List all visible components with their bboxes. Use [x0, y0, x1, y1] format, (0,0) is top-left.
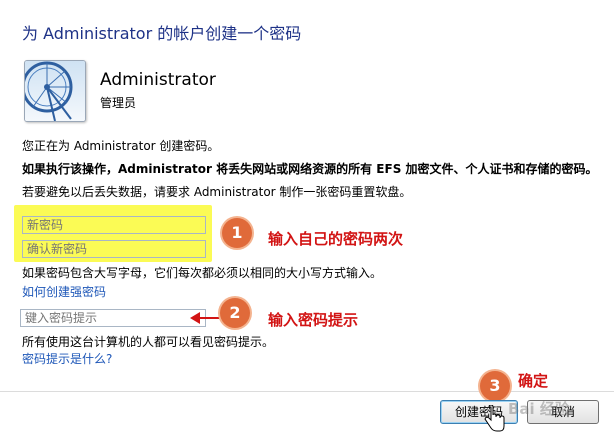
ferris-wheel-picture-icon — [25, 61, 85, 121]
step-1-text: 输入自己的密码两次 — [268, 230, 404, 248]
reset-disk-text: 若要避免以后丢失数据，请要求 Administrator 制作一张密码重置软盘。 — [22, 185, 412, 199]
hand-cursor-icon — [484, 405, 505, 432]
hint-visibility-note: 所有使用这台计算机的人都可以看见密码提示。 — [22, 335, 275, 349]
what-is-hint-link[interactable]: 密码提示是什么? — [22, 350, 112, 367]
step-2-badge: 2 — [220, 298, 250, 328]
user-avatar — [24, 60, 86, 122]
password-hint-input[interactable] — [20, 309, 206, 327]
new-password-input[interactable] — [22, 216, 206, 234]
efs-warning-text: 如果执行该操作，Administrator 将丢失网站或网络资源的所有 EFS … — [22, 162, 598, 176]
strong-password-link[interactable]: 如何创建强密码 — [22, 283, 106, 300]
step-2-text: 输入密码提示 — [268, 311, 359, 329]
case-sensitivity-note: 如果密码包含大写字母，它们每次都必须以相同的大小写方式输入。 — [22, 266, 383, 280]
step-3-badge: 3 — [480, 371, 510, 401]
watermark-text: Bai 经验 — [508, 400, 570, 418]
confirm-password-input[interactable] — [22, 240, 206, 258]
step-3-text: 确定 — [518, 372, 549, 390]
arrow-left-icon — [190, 312, 220, 324]
user-role: 管理员 — [100, 96, 137, 110]
step-1-badge: 1 — [222, 218, 252, 248]
user-name: Administrator — [100, 70, 216, 90]
button-bar-separator — [0, 391, 614, 392]
create-password-button[interactable]: 创建密码 — [440, 400, 518, 424]
creating-password-text: 您正在为 Administrator 创建密码。 — [22, 139, 220, 153]
dialog-title: 为 Administrator 的帐户创建一个密码 — [22, 24, 302, 43]
